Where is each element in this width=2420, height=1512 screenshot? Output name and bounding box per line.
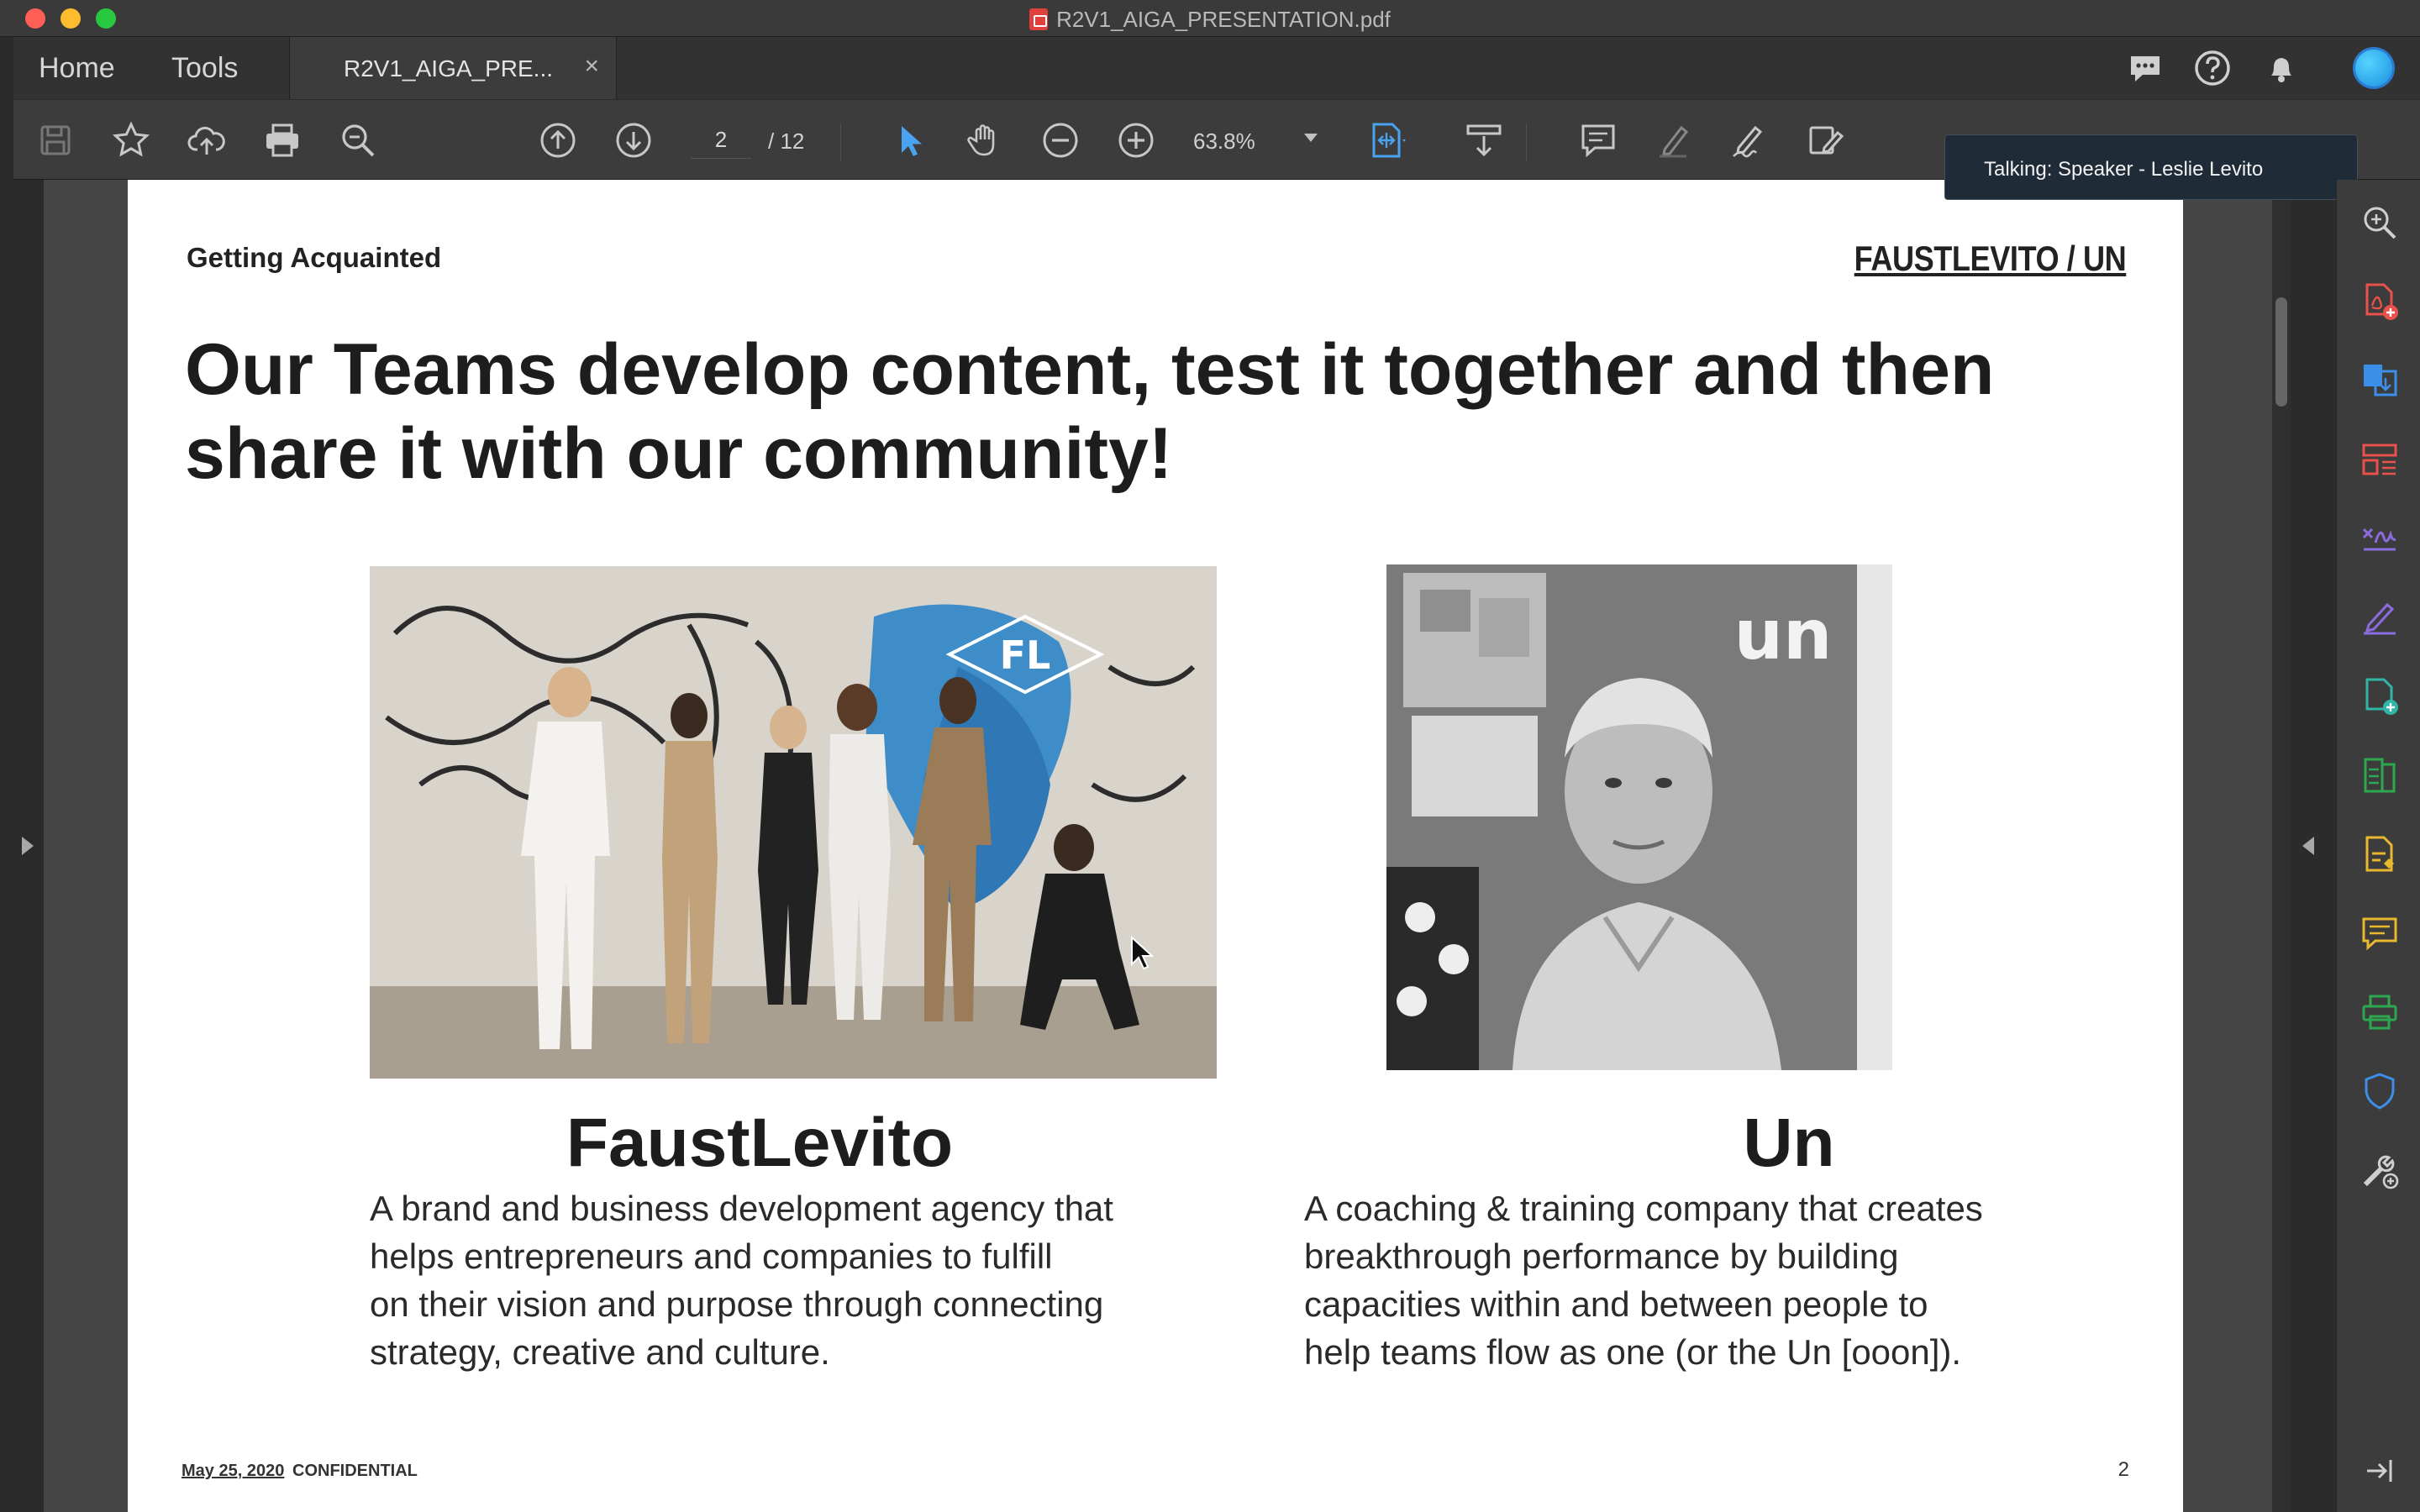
zoom-in-icon[interactable] xyxy=(1114,118,1158,162)
page-number-input[interactable]: 2 xyxy=(691,120,751,159)
portrait-photo-un: un xyxy=(1386,564,1892,1070)
chevron-down-icon[interactable] xyxy=(1304,134,1318,142)
description-line: on their vision and purpose through conn… xyxy=(370,1284,1104,1324)
panel-exit-icon[interactable] xyxy=(2359,1450,2401,1492)
bell-icon[interactable] xyxy=(2262,49,2301,87)
slide-headline: Our Teams develop content, test it toget… xyxy=(185,328,2118,496)
un-logo: un xyxy=(1734,596,1833,675)
expand-left-panel-icon[interactable] xyxy=(22,837,34,855)
hand-icon[interactable] xyxy=(963,118,1007,162)
zoom-search-icon[interactable] xyxy=(336,118,380,162)
close-tab-icon[interactable]: × xyxy=(584,52,599,81)
sign-icon[interactable] xyxy=(1728,118,1771,162)
select-cursor-icon[interactable] xyxy=(887,118,931,162)
compress-icon[interactable] xyxy=(2359,754,2401,796)
description-line: strategy, creative and culture. xyxy=(370,1332,830,1372)
protect-icon[interactable] xyxy=(2359,1070,2401,1112)
avatar[interactable] xyxy=(2353,47,2395,89)
tab-bar: Home Tools R2V1_AIGA_PRE... × xyxy=(13,37,2420,99)
description-line: breakthrough performance by building xyxy=(1304,1236,1899,1276)
comment-icon[interactable] xyxy=(2359,912,2401,954)
window-title: R2V1_AIGA_PRESENTATION.pdf xyxy=(0,7,2420,33)
description-line: A brand and business development agency … xyxy=(370,1189,1113,1228)
tab-document[interactable]: R2V1_AIGA_PRE... × xyxy=(289,37,617,99)
slide-eyebrow: Getting Acquainted xyxy=(187,242,442,273)
toolbar-divider xyxy=(840,123,841,162)
mouse-cursor-icon xyxy=(1131,936,1155,970)
description-line: A coaching & training company that creat… xyxy=(1304,1189,1983,1228)
scroll-mode-icon[interactable] xyxy=(1462,118,1506,162)
window-titlebar: R2V1_AIGA_PRESENTATION.pdf xyxy=(0,0,2420,37)
faustlevito-description: A brand and business development agency … xyxy=(370,1184,1193,1376)
collapse-right-panel-icon[interactable] xyxy=(2302,837,2314,855)
un-description: A coaching & training company that creat… xyxy=(1304,1184,2111,1376)
headline-line-1: Our Teams develop content, test it toget… xyxy=(185,329,1995,410)
zoom-icon[interactable] xyxy=(2359,202,2401,244)
edit-pdf-icon[interactable] xyxy=(2359,596,2401,638)
pdf-page: Getting Acquainted FAUSTLEVITO / UN Our … xyxy=(128,180,2183,1512)
zoom-level-select[interactable]: 63.8% xyxy=(1193,129,1255,155)
scrollbar-thumb[interactable] xyxy=(2275,297,2287,407)
right-tools-panel xyxy=(2336,180,2420,1512)
tab-home[interactable]: Home xyxy=(39,52,115,85)
highlight-icon[interactable] xyxy=(1652,118,1696,162)
footer-date: May 25, 2020 xyxy=(182,1462,285,1480)
add-file-icon[interactable] xyxy=(2359,675,2401,717)
headline-line-2: share it with our community! xyxy=(185,413,1173,494)
slide-brand: FAUSTLEVITO / UN xyxy=(1854,239,2126,278)
organize-pages-icon[interactable] xyxy=(2359,438,2401,480)
footer-page-number: 2 xyxy=(2118,1458,2129,1481)
star-icon[interactable] xyxy=(109,118,153,162)
save-icon[interactable] xyxy=(34,118,77,162)
footer-confidential: CONFIDENTIAL xyxy=(292,1462,418,1480)
tab-document-label: R2V1_AIGA_PRE... xyxy=(344,55,554,81)
window-title-text: R2V1_AIGA_PRESENTATION.pdf xyxy=(1056,7,1391,32)
tools-icon[interactable] xyxy=(2359,1149,2401,1191)
help-icon[interactable] xyxy=(2193,49,2232,87)
description-line: capacities within and between people to xyxy=(1304,1284,1928,1324)
upload-cloud-icon[interactable] xyxy=(185,118,229,162)
edit-icon[interactable] xyxy=(1803,118,1847,162)
pdf-file-icon xyxy=(1029,8,1049,30)
fit-page-icon[interactable] xyxy=(1365,118,1408,162)
export-pdf-icon[interactable] xyxy=(2359,360,2401,402)
description-line: helps entrepreneurs and companies to ful… xyxy=(370,1236,1053,1276)
speaker-tooltip: Talking: Speaker - Leslie Levito xyxy=(1944,134,2358,200)
print-icon[interactable] xyxy=(260,118,304,162)
prev-page-icon[interactable] xyxy=(536,118,580,162)
tab-tools[interactable]: Tools xyxy=(171,52,238,85)
zoom-out-icon[interactable] xyxy=(1039,118,1082,162)
toolbar-divider xyxy=(1526,123,1527,162)
create-pdf-icon[interactable] xyxy=(2359,281,2401,323)
fl-logo: FL xyxy=(1000,633,1051,678)
comment-icon[interactable] xyxy=(1576,118,1620,162)
next-page-icon[interactable] xyxy=(612,118,655,162)
faustlevito-title: FaustLevito xyxy=(566,1105,954,1181)
description-line: help teams flow as one (or the Un [ooon]… xyxy=(1304,1332,1962,1372)
scan-icon[interactable] xyxy=(2359,833,2401,875)
team-photo-faustlevito: FL xyxy=(370,566,1217,1079)
chat-icon[interactable] xyxy=(2126,49,2165,87)
page-total: / 12 xyxy=(768,129,805,154)
un-title: Un xyxy=(1743,1105,1835,1181)
print-production-icon[interactable] xyxy=(2359,991,2401,1033)
fill-sign-icon[interactable] xyxy=(2359,517,2401,559)
